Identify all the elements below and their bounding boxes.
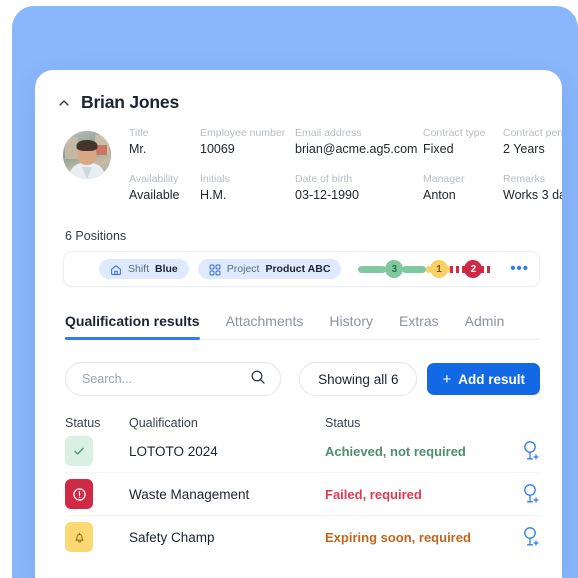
field-label: Remarks xyxy=(503,173,562,185)
chip-project[interactable]: Project Product ABC xyxy=(198,259,342,279)
chip-value: Product ABC xyxy=(265,263,330,275)
progress-bubble[interactable]: 2 xyxy=(464,260,482,278)
row-status-cell xyxy=(65,479,129,509)
field-value: 03-12-1990 xyxy=(295,188,423,203)
field-employee-number: Employee number 10069 xyxy=(200,127,295,157)
field-label: Email address xyxy=(295,127,423,139)
field-availability: Availability Available xyxy=(129,173,200,203)
tab-admin[interactable]: Admin xyxy=(465,313,505,339)
table-row[interactable]: Waste Management Failed, required xyxy=(65,472,540,515)
profile-section: Title Mr. Employee number 10069 Email ad… xyxy=(35,113,562,203)
award-add-icon[interactable] xyxy=(522,483,540,505)
field-label: Initials xyxy=(200,173,295,185)
row-qualification: LOTOTO 2024 xyxy=(129,444,325,459)
column-status: Status xyxy=(65,416,129,430)
field-title: Title Mr. xyxy=(129,127,200,157)
field-value: Fixed xyxy=(423,142,503,157)
field-label: Manager xyxy=(423,173,503,185)
tab-extras[interactable]: Extras xyxy=(399,313,439,339)
bell-icon xyxy=(65,522,93,552)
search-icon[interactable] xyxy=(250,369,266,390)
field-manager: Manager Anton xyxy=(423,173,503,203)
field-label: Date of birth xyxy=(295,173,423,185)
award-add-icon[interactable] xyxy=(522,440,540,462)
field-contract-period: Contract period 2 Years xyxy=(503,127,562,157)
chip-shift[interactable]: Shift Blue xyxy=(99,259,189,279)
profile-row-2: Availability Available Initials H.M. Dat… xyxy=(129,173,562,203)
position-row[interactable]: Shift Blue Project Product ABC 3 12 ••• xyxy=(63,251,540,287)
profile-row-1: Title Mr. Employee number 10069 Email ad… xyxy=(129,127,562,157)
field-date-of-birth: Date of birth 03-12-1990 xyxy=(295,173,423,203)
check-icon xyxy=(65,436,93,466)
grid-icon xyxy=(209,263,221,275)
results-toolbar: Showing all 6 + Add result xyxy=(65,362,540,396)
table-header: Status Qualification Status xyxy=(65,416,540,430)
profile-fields: Title Mr. Employee number 10069 Email ad… xyxy=(129,127,562,203)
page-title: Brian Jones xyxy=(81,92,179,113)
avatar xyxy=(63,131,111,179)
field-value: Anton xyxy=(423,188,503,203)
row-status-cell xyxy=(65,522,129,552)
tab-history[interactable]: History xyxy=(329,313,373,339)
row-result-status: Achieved, not required xyxy=(325,444,522,459)
table-row[interactable]: LOTOTO 2024 Achieved, not required xyxy=(65,430,540,472)
employee-detail-card: Brian Jones Title Mr. Employee number xyxy=(35,70,562,578)
field-value: brian@acme.ag5.com xyxy=(295,142,423,157)
field-label: Availability xyxy=(129,173,200,185)
row-qualification: Waste Management xyxy=(129,487,325,502)
progress-segment xyxy=(358,266,386,273)
progress-segment xyxy=(450,266,465,273)
field-value: Available xyxy=(129,188,200,203)
tab-qualification-results[interactable]: Qualification results xyxy=(65,313,200,339)
alert-icon xyxy=(65,479,93,509)
field-value: 2 Years xyxy=(503,142,562,157)
search-input[interactable] xyxy=(80,371,214,387)
card-header: Brian Jones xyxy=(35,70,562,113)
field-remarks: Remarks Works 3 days xyxy=(503,173,562,203)
chip-value: Blue xyxy=(155,263,178,275)
table-row[interactable]: Safety Champ Expiring soon, required xyxy=(65,515,540,558)
field-label: Title xyxy=(129,127,200,139)
position-progress-bar: 3 12 xyxy=(358,260,493,278)
progress-bubble[interactable]: 3 xyxy=(385,260,403,278)
progress-bubble[interactable]: 1 xyxy=(430,260,448,278)
field-contract-type: Contract type Fixed xyxy=(423,127,503,157)
row-status-cell xyxy=(65,436,129,466)
field-label: Contract type xyxy=(423,127,503,139)
results-table: LOTOTO 2024 Achieved, not required Waste… xyxy=(35,430,562,558)
field-label: Contract period xyxy=(503,127,562,139)
field-label: Employee number xyxy=(200,127,295,139)
row-result-status: Expiring soon, required xyxy=(325,530,522,545)
row-qualification: Safety Champ xyxy=(129,530,325,545)
tab-attachments[interactable]: Attachments xyxy=(226,313,304,339)
progress-segment xyxy=(402,266,426,273)
column-qualification: Qualification xyxy=(129,416,325,430)
column-result-status: Status xyxy=(325,416,540,430)
field-value: Works 3 days xyxy=(503,188,562,203)
add-result-button[interactable]: + Add result xyxy=(427,363,540,395)
showing-filter-button[interactable]: Showing all 6 xyxy=(299,362,417,396)
row-result-status: Failed, required xyxy=(325,487,522,502)
field-email-address: Email address brian@acme.ag5.com xyxy=(295,127,423,157)
chevron-down-icon[interactable] xyxy=(77,263,90,276)
field-value: Mr. xyxy=(129,142,200,157)
field-initials: Initials H.M. xyxy=(200,173,295,203)
chip-key: Project xyxy=(227,263,260,275)
award-add-icon[interactable] xyxy=(522,526,540,548)
search-box[interactable] xyxy=(65,362,281,396)
field-value: 10069 xyxy=(200,142,295,157)
chevron-up-icon[interactable] xyxy=(57,96,71,110)
progress-segment xyxy=(481,266,493,273)
plus-icon: + xyxy=(442,372,451,387)
more-options-icon[interactable]: ••• xyxy=(502,264,529,274)
field-value: H.M. xyxy=(200,188,295,203)
add-result-label: Add result xyxy=(458,372,525,387)
screen: Brian Jones Title Mr. Employee number xyxy=(0,0,578,578)
home-icon xyxy=(110,263,122,275)
chip-key: Shift xyxy=(128,263,149,275)
tab-bar: Qualification results Attachments History E… xyxy=(65,313,540,340)
positions-count: 6 Positions xyxy=(35,203,562,243)
